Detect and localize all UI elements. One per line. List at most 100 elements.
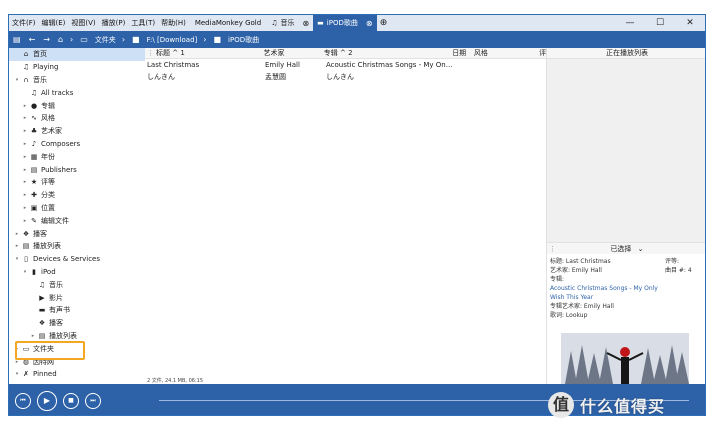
menu-view[interactable]: 视图(V) (68, 18, 98, 28)
location-icon: ▣ (30, 203, 38, 212)
menu-tools[interactable]: 工具(T) (128, 18, 158, 28)
forward-icon[interactable]: → (39, 35, 54, 44)
sidebar-item[interactable]: ▸ ★ 评等 (9, 176, 145, 189)
column-date[interactable]: 日期 (452, 48, 474, 58)
sidebar-item[interactable]: ▸ ▤ Publishers (9, 163, 145, 176)
sidebar-item-label: 音乐 (33, 75, 47, 84)
chevron-right-icon[interactable]: ▸ (21, 218, 29, 224)
playing-icon: ♫ (22, 63, 30, 72)
table-row[interactable]: Last Christmas Emily Hall Acoustic Chris… (145, 59, 546, 71)
chevron-right-icon[interactable]: ▸ (21, 115, 29, 121)
info-track: 曲目 #: 4 (665, 267, 692, 274)
column-album-label: 专辑 ^ 2 (323, 49, 353, 57)
genre-icon: ∿ (31, 114, 37, 123)
sidebar-item[interactable]: ♫ 音乐 (9, 278, 145, 291)
sidebar-item[interactable]: ❖ 播客 (9, 317, 145, 330)
right-pane: 正在播放列表 ⋮ 已选择 ⌄ 标题: Last Christmas 艺术家: E… (546, 48, 705, 384)
chevron-down-icon[interactable]: ▾ (21, 269, 29, 275)
chevron-right-icon[interactable]: ▸ (21, 205, 29, 211)
sidebar-item[interactable]: ▸ ✎ 编辑文件 (9, 214, 145, 227)
podcast-icon: ❖ (38, 319, 46, 328)
sidebar-item[interactable]: ▾ ✗ Pinned (9, 368, 145, 381)
track-artist: Emily Hall (265, 61, 300, 69)
tab-music[interactable]: ♫ 音乐 ⊗ (267, 15, 314, 31)
sidebar-item-label: Pinned (33, 370, 57, 379)
add-tab-icon[interactable]: ⊕ (377, 18, 391, 28)
folder-icon: ■ (213, 35, 222, 44)
sidebar-item[interactable]: ♫ Playing (9, 61, 145, 74)
column-album[interactable]: 专辑 ^ 2 (324, 48, 452, 58)
star-icon: ★ (30, 178, 38, 187)
chevron-right-icon[interactable]: ▸ (21, 154, 29, 160)
play-button[interactable]: ▶ (37, 390, 57, 411)
tracks-icon: ♫ (30, 88, 38, 97)
sidebar-item[interactable]: ▸ ▦ 年份 (9, 150, 145, 163)
chevron-right-icon: › (203, 35, 207, 44)
menu-edit[interactable]: 编辑(E) (39, 18, 69, 28)
column-rating[interactable]: 评 (539, 48, 546, 58)
info-album: Acoustic Christmas Songs - My Only Wish … (550, 285, 658, 301)
column-genre[interactable]: 风格 (474, 48, 539, 58)
chevron-right-icon[interactable]: ▸ (13, 231, 21, 237)
stop-icon: ■ (68, 397, 74, 404)
sidebar-item[interactable]: ▸ ♪ Composers (9, 138, 145, 151)
now-playing-title: 正在播放列表 (606, 49, 648, 57)
sidebar-toggle-icon[interactable]: ▤ (9, 35, 25, 44)
previous-button[interactable]: ⏮ (15, 392, 31, 409)
watermark: 值 什么值得买 (548, 392, 665, 418)
chevron-right-icon[interactable]: ▸ (21, 192, 29, 198)
menu-help[interactable]: 帮助(H) (158, 18, 189, 28)
chevron-right-icon[interactable]: ▸ (21, 179, 29, 185)
sidebar-item[interactable]: ▾ ▯ Devices & Services (9, 253, 145, 266)
close-tab-icon[interactable]: ⊗ (366, 19, 373, 28)
breadcrumb-folders[interactable]: 文件夹 (92, 35, 119, 45)
sidebar-item[interactable]: ▾ ∩ 音乐 (9, 74, 145, 87)
folder-icon: ▭ (80, 35, 88, 44)
home-icon[interactable]: ⌂ (54, 35, 67, 44)
column-artist[interactable]: 艺术家 (264, 48, 324, 58)
sidebar-item[interactable]: ▸ ● 专辑 (9, 99, 145, 112)
next-button[interactable]: ⏭ (85, 392, 101, 409)
menu-play[interactable]: 播放(P) (99, 18, 129, 28)
sidebar-item[interactable]: ▸ ✚ 分类 (9, 189, 145, 202)
sidebar-item-label: 影片 (49, 293, 63, 302)
stop-button[interactable]: ■ (63, 392, 79, 409)
close-icon[interactable]: ✕ (675, 15, 705, 31)
chevron-right-icon[interactable]: ▸ (21, 141, 29, 147)
folder-tab-icon: ▬ (317, 19, 324, 27)
breadcrumb-current[interactable]: iPOD歌曲 (225, 35, 262, 45)
sidebar-item[interactable]: ▸ ❖ 播客 (9, 227, 145, 240)
chevron-right-icon[interactable]: ▸ (13, 243, 21, 249)
pin-icon: ✗ (23, 370, 29, 379)
sidebar-item[interactable]: ▸ ▣ 位置 (9, 202, 145, 215)
sidebar-item[interactable]: ▶ 影片 (9, 291, 145, 304)
chevron-down-icon[interactable]: ▾ (13, 256, 21, 262)
sidebar-item-label: Playing (33, 63, 59, 72)
table-row[interactable]: しんきん 孟慧圆 しんきん (145, 71, 546, 83)
chevron-right-icon[interactable]: ▸ (21, 128, 29, 134)
sidebar-item[interactable]: ▸ ▤ 播放列表 (9, 240, 145, 253)
tab-ipod-songs[interactable]: ▬ iPOD歌曲 ⊗ (313, 15, 377, 31)
sidebar-item[interactable]: ♫ All tracks (9, 86, 145, 99)
sidebar-item[interactable]: ▬ 有声书 (9, 304, 145, 317)
back-icon[interactable]: ← (25, 35, 40, 44)
minimize-icon[interactable]: — (615, 15, 645, 31)
selected-header[interactable]: ⋮ 已选择 ⌄ (547, 242, 705, 254)
chevron-right-icon[interactable]: ▸ (21, 167, 29, 173)
sidebar-item[interactable]: ⌂ 首页 (9, 48, 145, 61)
breadcrumb-drive[interactable]: F:\ [Download] (144, 36, 201, 44)
menu-file[interactable]: 文件(F) (9, 18, 39, 28)
sidebar-item[interactable]: ▸ ♣ 艺术家 (9, 125, 145, 138)
chevron-down-icon[interactable]: ▾ (13, 371, 21, 377)
chevron-right-icon[interactable]: ▸ (21, 103, 29, 109)
maximize-icon[interactable]: ☐ (645, 15, 675, 31)
chevron-right-icon[interactable]: ▸ (29, 333, 37, 339)
sidebar-item-label: 评等 (41, 178, 55, 187)
sidebar-item[interactable]: ▸ ∿ 风格 (9, 112, 145, 125)
sidebar-item[interactable]: ▾ ▮ iPod (9, 266, 145, 279)
column-title[interactable]: ⋮ 标题 ^ 1 (145, 48, 264, 58)
track-title: Last Christmas (147, 61, 200, 69)
home-icon: ⌂ (23, 50, 29, 59)
chevron-down-icon[interactable]: ▾ (13, 77, 21, 83)
close-tab-icon[interactable]: ⊗ (302, 19, 309, 28)
